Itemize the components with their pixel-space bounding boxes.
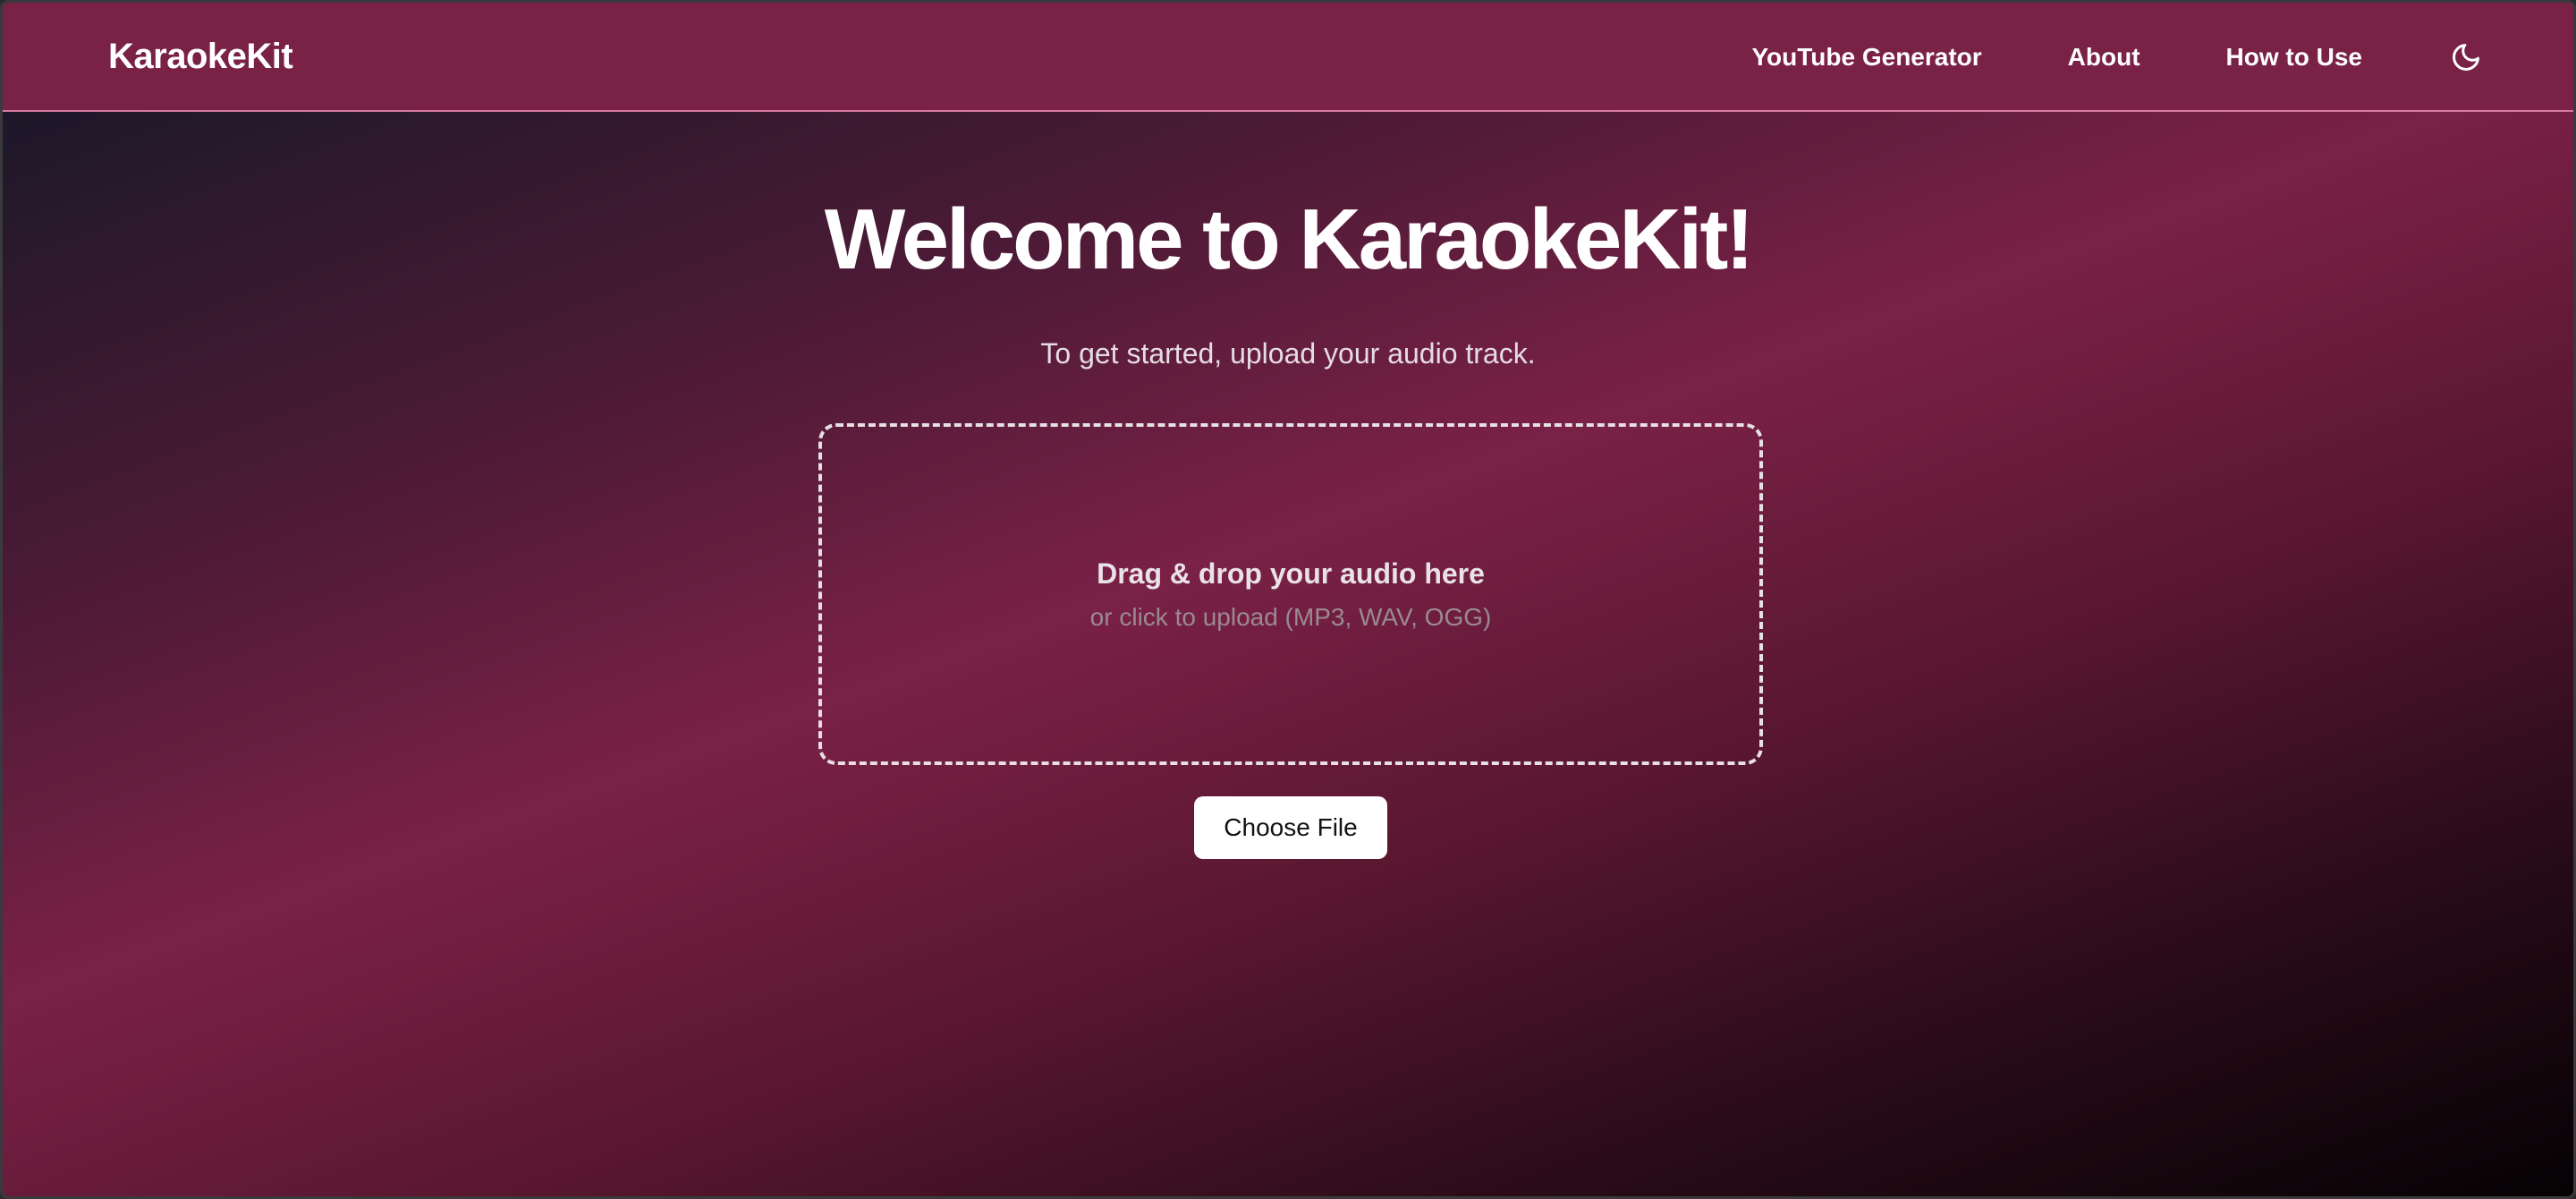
browser-window: KaraokeKit YouTube Generator About How t…	[0, 0, 2576, 1199]
nav-link-how-to-use[interactable]: How to Use	[2226, 43, 2362, 72]
theme-toggle-button[interactable]	[2448, 39, 2484, 75]
dropzone-title: Drag & drop your audio here	[1097, 557, 1485, 590]
top-navbar: KaraokeKit YouTube Generator About How t…	[3, 3, 2573, 112]
moon-icon	[2453, 44, 2479, 71]
main-content: Welcome to KaraokeKit! To get started, u…	[3, 112, 2573, 1196]
page-title: Welcome to KaraokeKit!	[824, 191, 1755, 287]
page-subtitle: To get started, upload your audio track.	[1040, 337, 1536, 370]
brand-logo[interactable]: KaraokeKit	[108, 37, 293, 77]
nav-link-youtube-generator[interactable]: YouTube Generator	[1751, 43, 1981, 72]
audio-dropzone[interactable]: Drag & drop your audio here or click to …	[818, 423, 1763, 765]
nav-link-about[interactable]: About	[2068, 43, 2140, 72]
choose-file-button[interactable]: Choose File	[1194, 796, 1387, 859]
dropzone-hint: or click to upload (MP3, WAV, OGG)	[1089, 602, 1492, 631]
nav-links: YouTube Generator About How to Use	[1751, 3, 2484, 112]
